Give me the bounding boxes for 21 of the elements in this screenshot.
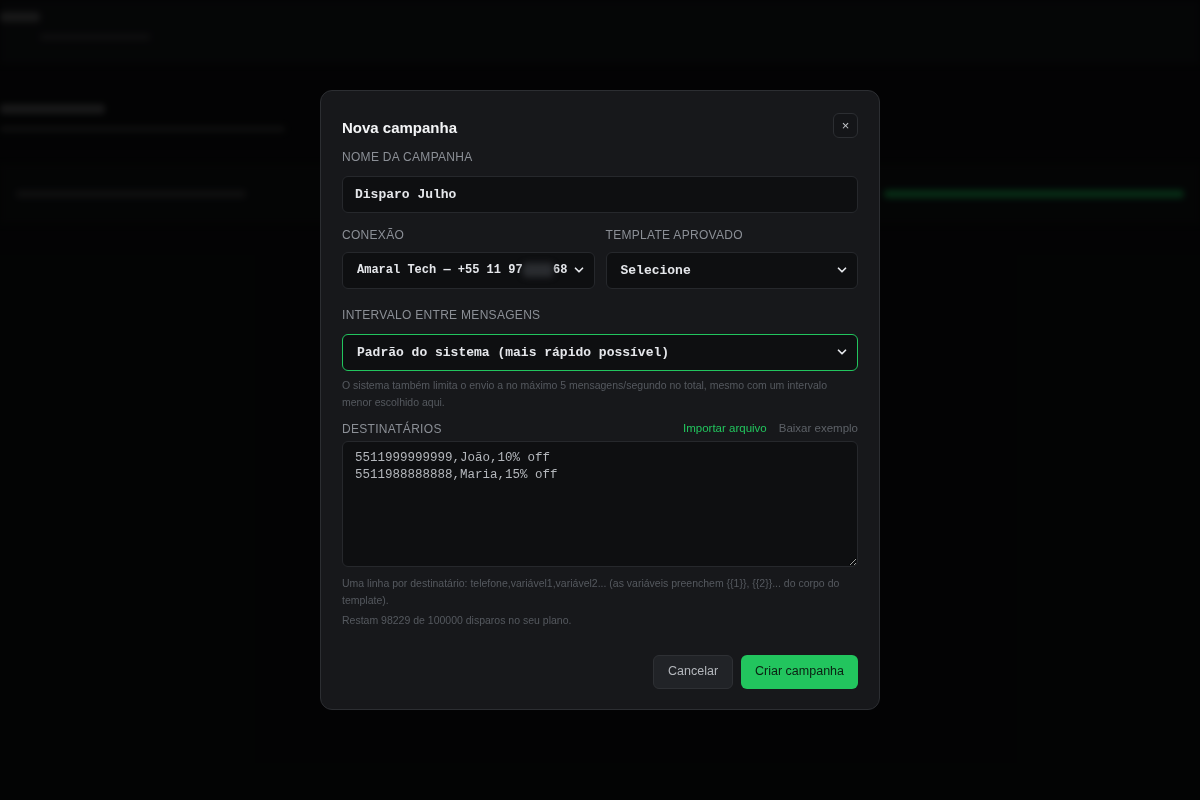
field-label: TEMPLATE APROVADO <box>605 226 744 244</box>
select-value: Padrão do sistema (mais rápido possível) <box>357 343 670 362</box>
select-field[interactable]: Padrão do sistema (mais rápido possível) <box>342 333 858 371</box>
select-value: Selecione <box>620 261 691 280</box>
field-label: INTERVALO ENTRE MENSAGENS <box>342 307 541 322</box>
text-field[interactable]: Disparo Julho <box>342 175 858 213</box>
create-button[interactable]: Criar campanha <box>741 654 858 689</box>
cancel-button[interactable]: Cancelar <box>653 654 734 689</box>
select-field[interactable]: Amaral Tech — +55 11 97 68 <box>342 251 595 289</box>
select-value: Amaral Tech — +55 11 97 68 <box>357 262 568 280</box>
hint-text: O sistema também limita o envio a no máximo 5 mensagens/segundo no total, mesmo com um intervalo menor escolhido aqui. <box>342 377 828 410</box>
field-label: DESTINATÁRIOS <box>342 420 442 438</box>
field-label: CONEXÃO <box>342 226 406 244</box>
hint-text: Uma linha por destinatário: telefone,variável1,variável2... (as variáveis preenchem {{1}}, {{2}}... do corpo do template). <box>342 575 841 608</box>
text-link[interactable]: Importar arquivo <box>683 420 767 438</box>
recipients-textarea[interactable]: 5511999999999,João,10% off 5511988888888,Maria,15% off <box>342 440 858 567</box>
field-label: NOME DA CAMPANHA <box>342 149 473 164</box>
close-button[interactable]: × <box>833 113 858 139</box>
quota-text: Restam 98229 de 100000 disparos no seu plano. <box>342 612 573 628</box>
dialog-title: Nova campanha <box>342 118 458 139</box>
select-field[interactable]: Selecione <box>605 251 858 289</box>
